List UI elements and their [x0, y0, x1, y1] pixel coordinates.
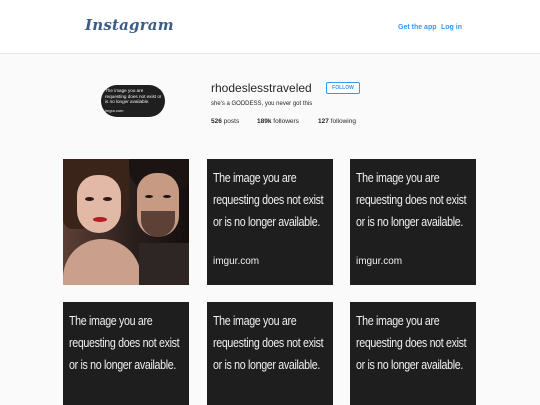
- following-label: following: [330, 118, 356, 125]
- photo-man-eye: [163, 195, 171, 198]
- missing-line-3: or is no longer available.: [213, 214, 321, 229]
- missing-line-3: or is no longer available.: [356, 214, 464, 229]
- photo-woman-eye: [85, 197, 94, 201]
- profile-bio: she's a GODDESS, you never got this: [211, 101, 313, 107]
- followers-stat[interactable]: 189k followers: [257, 118, 299, 125]
- post-missing-image[interactable]: The image you are requesting does not ex…: [207, 302, 333, 405]
- post-missing-image[interactable]: The image you are requesting does not ex…: [350, 302, 476, 405]
- missing-image-text: The image you are requesting does not ex…: [69, 310, 180, 376]
- missing-line-1: The image you are: [69, 313, 153, 328]
- profile-username: rhodeslesstraveled: [211, 81, 312, 95]
- post-photo-couple[interactable]: [63, 159, 189, 285]
- missing-image-text: The image you are requesting does not ex…: [356, 310, 467, 376]
- post-missing-image[interactable]: The image you are requesting does not ex…: [63, 302, 189, 405]
- posts-label: posts: [223, 118, 240, 125]
- photo-woman-eye: [103, 197, 112, 201]
- missing-line-1: The image you are: [213, 170, 297, 185]
- missing-line-1: The image you are: [213, 313, 297, 328]
- avatar-missing-text: The image you are requesting does not ex…: [105, 88, 162, 105]
- missing-image-text: The image you are requesting does not ex…: [356, 167, 467, 233]
- followers-label: followers: [273, 118, 299, 125]
- avatar-brand: imgur.com: [105, 108, 124, 113]
- missing-image-brand: imgur.com: [213, 256, 260, 267]
- missing-line-3: or is no longer available.: [356, 357, 464, 372]
- photo-woman-face: [77, 175, 121, 233]
- missing-image-text: The image you are requesting does not ex…: [213, 167, 324, 233]
- get-the-app-link[interactable]: Get the app: [398, 24, 437, 31]
- missing-line-2: requesting does not exist: [69, 335, 180, 350]
- missing-line-1: The image you are: [356, 170, 440, 185]
- photo-man-jacket: [139, 243, 189, 285]
- following-count: 127: [318, 118, 329, 125]
- posts-count: 526: [211, 118, 222, 125]
- missing-line-2: requesting does not exist: [356, 192, 467, 207]
- top-bar: Instagram Get the app Log in: [0, 0, 540, 54]
- profile-avatar: The image you are requesting does not ex…: [101, 85, 165, 117]
- missing-line-3: or is no longer available.: [69, 357, 177, 372]
- posts-stat: 526 posts: [211, 118, 239, 125]
- missing-line-2: requesting does not exist: [356, 335, 467, 350]
- follow-button[interactable]: FOLLOW: [326, 82, 360, 94]
- missing-line-2: requesting does not exist: [213, 335, 324, 350]
- missing-image-text: The image you are requesting does not ex…: [213, 310, 324, 376]
- missing-line-1: The image you are: [356, 313, 440, 328]
- photo-man-eye: [145, 195, 153, 198]
- following-stat[interactable]: 127 following: [318, 118, 356, 125]
- instagram-logo[interactable]: Instagram: [85, 16, 174, 34]
- missing-line-3: or is no longer available.: [213, 357, 321, 372]
- post-missing-image[interactable]: The image you are requesting does not ex…: [207, 159, 333, 285]
- followers-count: 189k: [257, 118, 272, 125]
- log-in-link[interactable]: Log in: [441, 24, 462, 31]
- post-missing-image[interactable]: The image you are requesting does not ex…: [350, 159, 476, 285]
- missing-image-brand: imgur.com: [356, 256, 403, 267]
- missing-line-2: requesting does not exist: [213, 192, 324, 207]
- photo-woman-lips: [93, 217, 107, 222]
